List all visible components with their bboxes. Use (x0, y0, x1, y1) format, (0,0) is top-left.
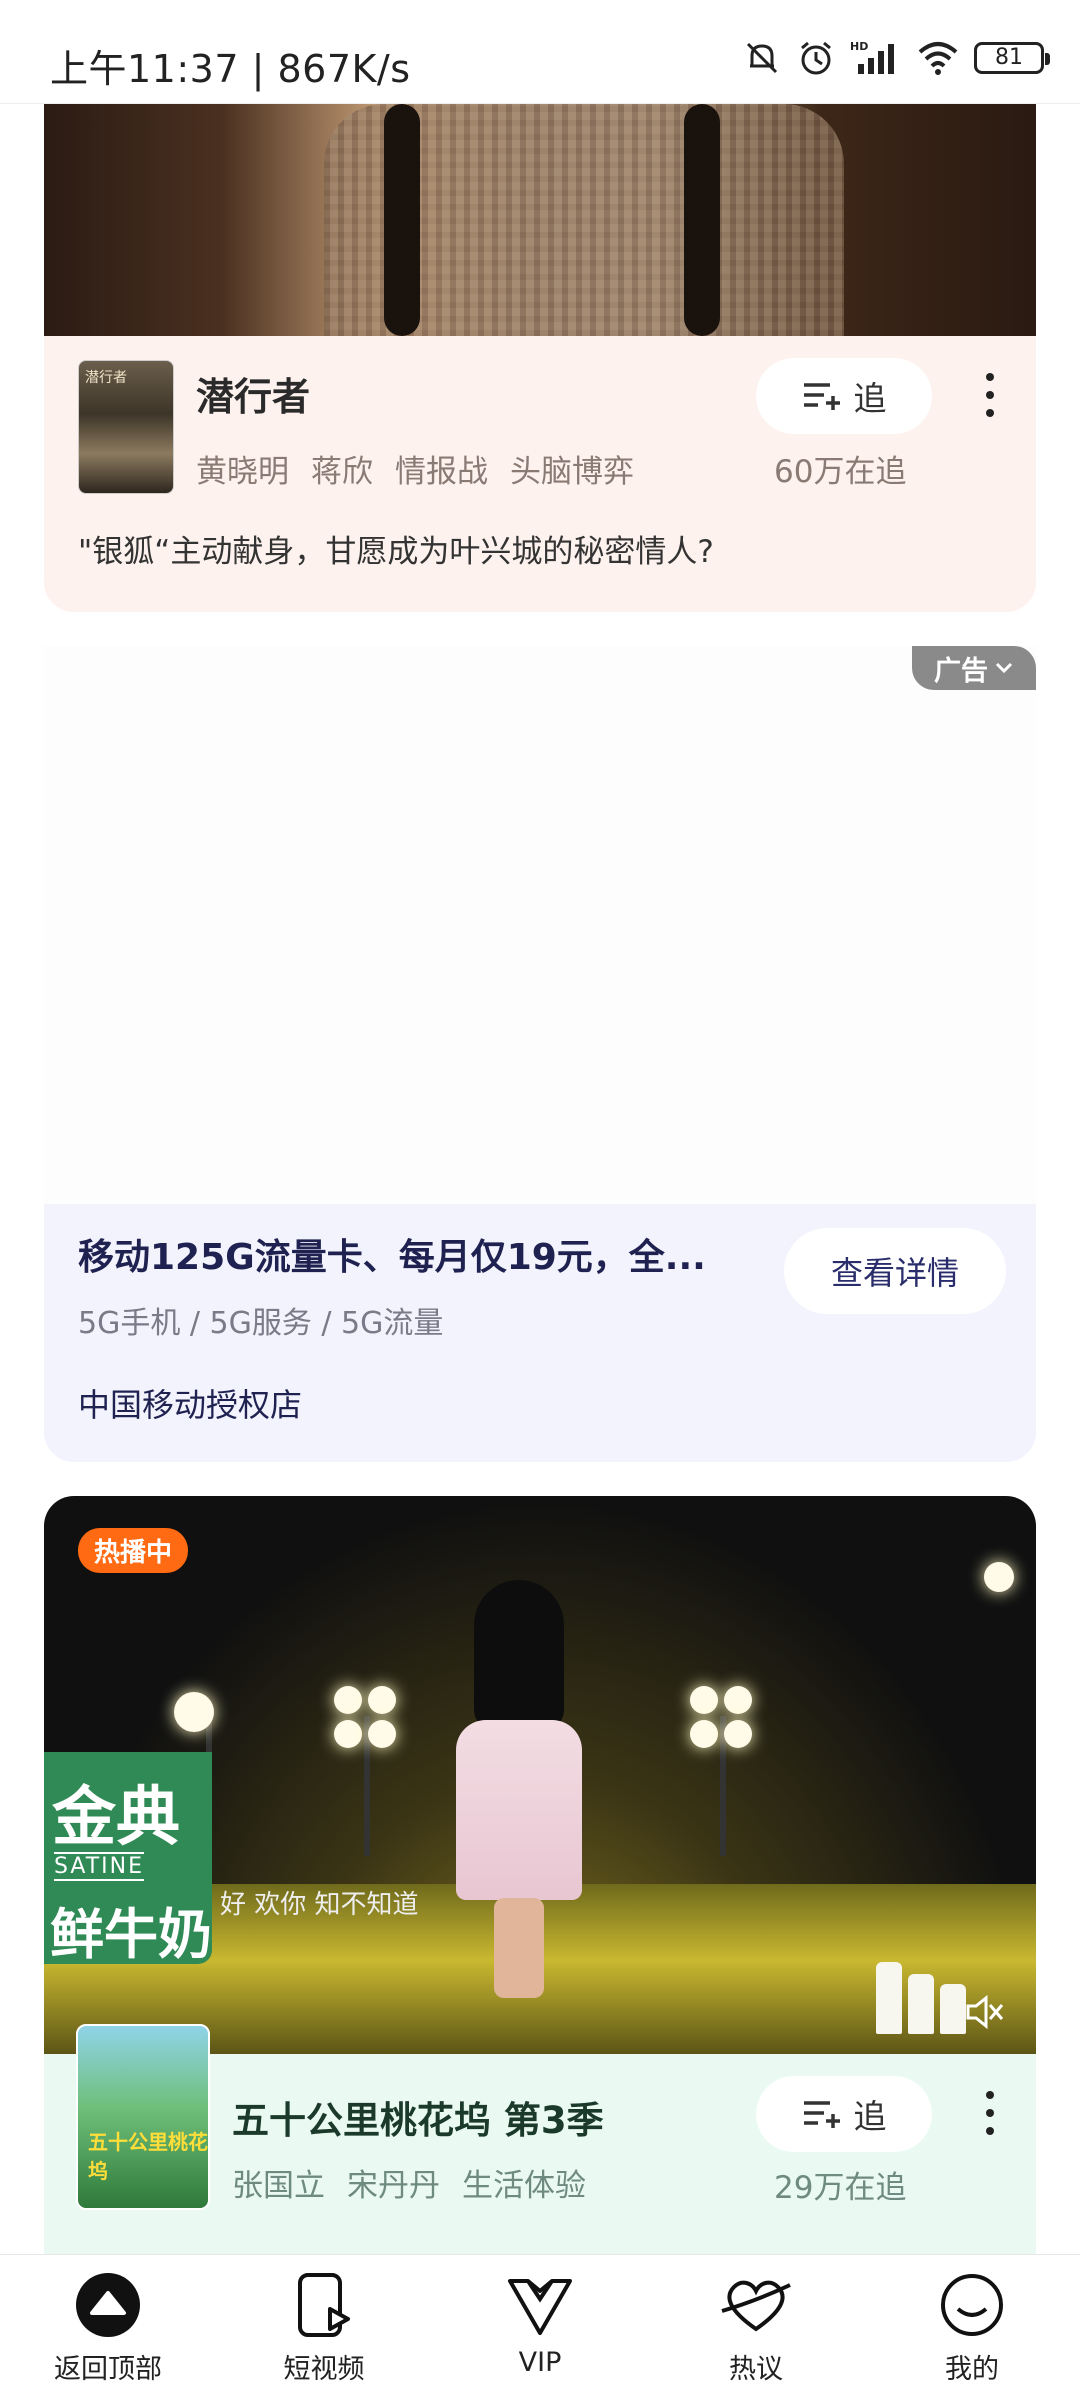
nav-label: 短视频 (283, 2354, 365, 2385)
back-to-top-icon (72, 2269, 144, 2341)
nav-item-vip[interactable]: VIP (432, 2255, 648, 2400)
show-video-thumbnail[interactable] (44, 104, 1036, 336)
video-subtitle: 好 欢你 知不知道 (220, 1890, 419, 1920)
vip-icon (504, 2269, 576, 2341)
nav-label: VIP (518, 2347, 562, 2378)
show-tag: 张国立 (232, 2168, 325, 2204)
video-frame-detail (684, 104, 720, 336)
bottom-nav: 返回顶部 短视频 VIP 热议 我的 (0, 2254, 1080, 2400)
follow-count: 60万在追 (774, 454, 907, 490)
video-frame-detail (984, 1562, 1014, 1592)
ad-subtitle: 5G手机 / 5G服务 / 5G流量 (78, 1306, 444, 1341)
show-tag: 生活体验 (462, 2168, 586, 2204)
video-frame-detail (174, 1692, 214, 1732)
show-description[interactable]: "银狐“主动献身，甘愿成为叶兴城的秘密情人? (78, 526, 714, 571)
hot-discussion-icon (720, 2269, 792, 2341)
video-frame-detail (384, 104, 420, 336)
follow-label: 追 (853, 379, 887, 418)
show-card[interactable]: 潜行者 潜行者 黄晓明 蒋欣 情报战 头脑博弈 追 60万在追 "银狐“主动献身… (44, 336, 1036, 612)
sponsor-brand: 金典 (52, 1781, 180, 1855)
mute-icon[interactable] (962, 1990, 1006, 2038)
nav-item-short-video[interactable]: 短视频 (216, 2255, 432, 2400)
show-tag: 宋丹丹 (347, 2168, 440, 2204)
show-tag: 蒋欣 (311, 454, 373, 490)
short-video-icon (288, 2269, 360, 2341)
nav-label: 我的 (945, 2354, 999, 2385)
video-frame-detail (690, 1686, 752, 1748)
ad-card[interactable]: 移动125G流量卡、每月仅19元，全... 5G手机 / 5G服务 / 5G流量… (44, 1204, 1036, 1462)
status-time: 上午11:37 | 867K/s (50, 47, 411, 91)
follow-button[interactable]: 追 (756, 358, 932, 434)
status-icons: HD 81 (742, 36, 1050, 80)
ad-title[interactable]: 移动125G流量卡、每月仅19元，全... (78, 1228, 706, 1280)
sponsor-subbrand: SATINE (54, 1852, 144, 1881)
add-to-list-icon (803, 383, 840, 410)
signal-icon: HD (850, 40, 894, 74)
show-tag: 头脑博弈 (510, 454, 634, 490)
wifi-icon (918, 42, 958, 75)
ad-badge-label: 广告 (934, 655, 988, 687)
more-options-button[interactable] (970, 360, 1010, 430)
nav-item-profile[interactable]: 我的 (864, 2255, 1080, 2400)
video-frame-detail (334, 1686, 396, 1748)
svg-text:HD: HD (850, 40, 868, 53)
nav-item-back-to-top[interactable]: 返回顶部 (0, 2255, 216, 2400)
sponsor-product: 鲜牛奶 (50, 1903, 212, 1966)
video-frame-detail (444, 1580, 594, 2000)
poster-title: 五十公里桃花坞 (88, 2130, 208, 2183)
nav-label: 返回顶部 (54, 2354, 162, 2385)
hot-badge: 热播中 (78, 1528, 189, 1573)
show-title[interactable]: 五十公里桃花坞 第3季 (232, 2090, 604, 2144)
profile-icon (936, 2269, 1008, 2341)
follow-button[interactable]: 追 (756, 2076, 932, 2152)
follow-count: 29万在追 (774, 2170, 907, 2206)
show-tag: 情报战 (395, 454, 488, 490)
follow-label: 追 (853, 2097, 887, 2136)
show-poster[interactable]: 潜行者 (78, 360, 174, 494)
ad-store-name: 中国移动授权店 (78, 1386, 303, 1424)
show-tags: 黄晓明 蒋欣 情报战 头脑博弈 (196, 446, 634, 491)
show-title[interactable]: 潜行者 (196, 366, 310, 421)
show-video-player[interactable]: 热播中 金典 SATINE 鲜牛奶 好 欢你 知不知道 (44, 1496, 1036, 2054)
video-frame-detail (876, 1962, 966, 2034)
nav-label: 热议 (729, 2354, 783, 2385)
ad-media[interactable]: 广告 (44, 646, 1036, 1204)
nav-item-hot-discussion[interactable]: 热议 (648, 2255, 864, 2400)
show-card[interactable]: 五十公里桃花坞 五十公里桃花坞 第3季 张国立 宋丹丹 生活体验 追 29万在追 (44, 2024, 1036, 2254)
chevron-down-icon (995, 662, 1013, 674)
add-to-list-icon (803, 2101, 840, 2128)
alarm-icon (801, 41, 831, 75)
show-poster[interactable]: 五十公里桃花坞 (76, 2024, 210, 2210)
poster-title: 潜行者 (85, 370, 127, 386)
mute-bell-icon (746, 42, 778, 74)
show-tag: 黄晓明 (196, 454, 289, 490)
sponsor-logo: 金典 SATINE 鲜牛奶 (44, 1752, 212, 1966)
show-tags: 张国立 宋丹丹 生活体验 (232, 2160, 586, 2205)
more-options-button[interactable] (970, 2078, 1010, 2148)
battery-icon: 81 (974, 42, 1050, 74)
status-bar: 上午11:37 | 867K/s HD 81 (0, 0, 1080, 104)
ad-badge[interactable]: 广告 (912, 646, 1036, 690)
view-details-button[interactable]: 查看详情 (784, 1228, 1006, 1314)
